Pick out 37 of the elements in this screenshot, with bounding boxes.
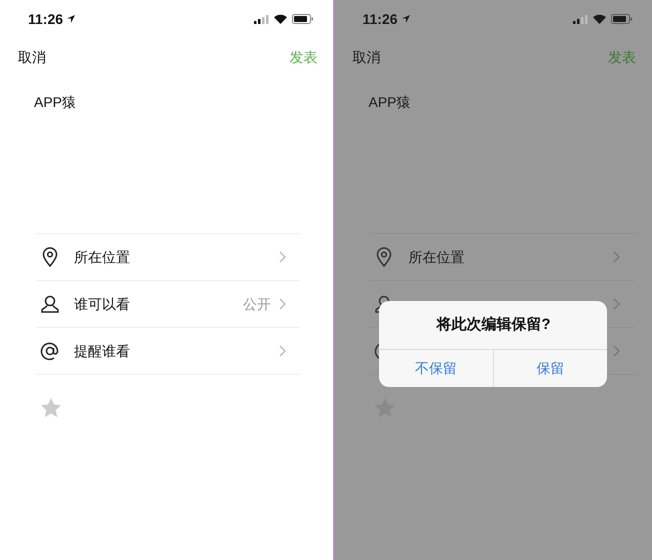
row-label: 谁可以看 [74,294,130,314]
location-arrow-icon [402,15,410,23]
person-icon [40,295,60,313]
wifi-icon [274,14,288,24]
chevron-right-icon [613,298,620,310]
row-label: 提醒谁看 [74,342,130,360]
chevron-right-icon [279,298,286,310]
wifi-icon [593,14,606,24]
status-time: 11:26 [28,10,64,28]
row-label: 所在位置 [74,248,130,266]
settings-row[interactable]: 谁可以看 公开 [36,281,300,328]
signal-icon [254,14,270,24]
dialog-button[interactable]: 保留 [492,350,608,387]
chevron-right-icon [613,251,620,263]
row-value: 公开 [243,294,271,314]
at-sign-icon [40,341,60,361]
row-label: 所在位置 [408,248,464,266]
star-icon[interactable] [40,397,62,418]
settings-row[interactable]: 所在位置 [370,234,634,281]
chevron-right-icon [279,251,286,263]
dialog-button[interactable]: 不保留 [379,350,493,387]
location-pin-icon [376,247,392,267]
dialog-title: 将此次编辑保留? [436,314,551,335]
settings-row[interactable]: 提醒谁看 [36,328,300,375]
settings-row[interactable]: 所在位置 [36,234,300,281]
status-time: 11:26 [362,10,398,28]
signal-icon [573,14,588,24]
chevron-right-icon [613,345,620,357]
cancel-button[interactable]: 取消 [18,46,46,68]
chevron-right-icon [279,345,286,357]
battery-icon [611,14,632,24]
location-arrow-icon [67,15,76,23]
location-pin-icon [42,247,58,267]
post-text: APP猿 [368,94,410,110]
cancel-button[interactable]: 取消 [352,46,380,68]
post-text: APP猿 [34,94,76,110]
battery-icon [292,14,314,24]
